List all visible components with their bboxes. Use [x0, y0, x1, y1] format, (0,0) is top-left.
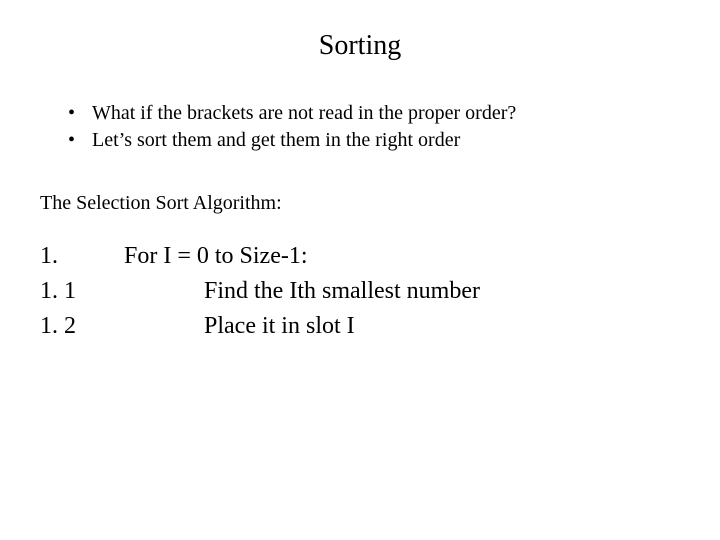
algorithm-line-text: For I = 0 to Size-1: — [96, 239, 308, 274]
bullet-item: What if the brackets are not read in the… — [68, 100, 680, 127]
algorithm-line: 1. 2 Place it in slot I — [40, 309, 680, 344]
slide-title: Sorting — [40, 30, 680, 62]
algorithm-heading: The Selection Sort Algorithm: — [40, 192, 680, 215]
algorithm-line-text: Place it in slot I — [96, 309, 355, 344]
algorithm-line-number: 1. 2 — [40, 309, 96, 344]
bullet-list: What if the brackets are not read in the… — [68, 100, 680, 154]
algorithm-line-number: 1. 1 — [40, 274, 96, 309]
algorithm-line-text: Find the Ith smallest number — [96, 274, 480, 309]
bullet-item: Let’s sort them and get them in the righ… — [68, 127, 680, 154]
algorithm-line: 1. 1 Find the Ith smallest number — [40, 274, 680, 309]
algorithm-block: 1. For I = 0 to Size-1: 1. 1 Find the It… — [40, 239, 680, 343]
algorithm-line: 1. For I = 0 to Size-1: — [40, 239, 680, 274]
algorithm-line-number: 1. — [40, 239, 96, 274]
